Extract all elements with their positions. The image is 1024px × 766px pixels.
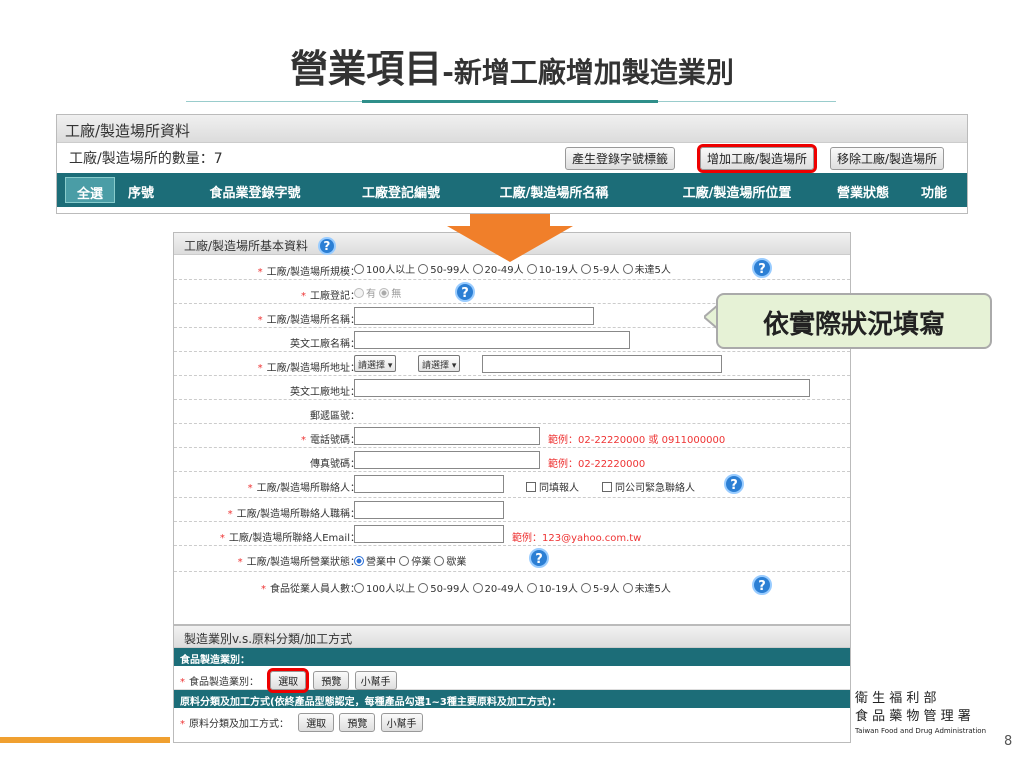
material-helper-button[interactable]: 小幫手 — [380, 713, 423, 732]
slide-title-sep: - — [442, 56, 454, 89]
phone-example: 範例：02-22220000 或 0911000000 — [548, 435, 726, 446]
postal-row: 郵遞區號： — [174, 401, 850, 424]
en-name-input[interactable] — [354, 331, 630, 349]
district-select[interactable]: 請選擇 ▾ — [418, 355, 461, 372]
contact-title-row: * 工廠/製造場所聯絡人職稱： — [174, 499, 850, 522]
same-as-reporter-checkbox[interactable]: 同填報人 — [526, 479, 579, 494]
select-all-button[interactable]: 全選 — [65, 177, 115, 203]
help-icon[interactable]: ? — [317, 237, 336, 255]
en-address-input[interactable] — [354, 379, 810, 397]
slide-title-sub: 新增工廠增加製造業別 — [453, 56, 734, 89]
down-arrow-icon — [447, 214, 573, 262]
basic-info-panel: 工廠/製造場所基本資料 ? * 工廠/製造場所規模： 100人以上 50-99人 … — [173, 232, 851, 625]
business-status-row: * 工廠/製造場所營業狀態： 營業中 停業 歇業 ? — [174, 547, 850, 572]
col-location: 工廠/製造場所位置 — [682, 186, 792, 201]
same-as-company-checkbox[interactable]: 同公司緊急聯絡人 — [602, 479, 695, 494]
phone-row: * 電話號碼： 範例：02-22220000 或 0911000000 — [174, 425, 850, 448]
county-select[interactable]: 請選擇 ▾ — [354, 355, 397, 372]
factory-list-header: 工廠/製造場所資料 — [57, 115, 967, 143]
material-preview-button[interactable]: 預覽 — [339, 713, 376, 732]
factory-name-input[interactable] — [354, 307, 594, 325]
material-select-button[interactable]: 選取 — [298, 713, 335, 732]
email-example: 範例：123@yahoo.com.tw — [512, 533, 642, 544]
manufacturing-panel: 製造業別v.s.原料分類/加工方式 食品製造業別： * 食品製造業別： 選取 預覽… — [173, 625, 851, 743]
contact-help-icon[interactable]: ? — [724, 474, 744, 494]
fax-example: 範例：02-22220000 — [548, 459, 646, 470]
factory-list-panel: 工廠/製造場所資料 工廠/製造場所的數量：7 產生登錄字號標籤 增加工廠/製造場… — [56, 114, 968, 214]
contact-email-input[interactable] — [354, 525, 504, 543]
employees-options[interactable]: 100人以上 50-99人 20-49人 10-19人 5-9人 未達5人 — [354, 580, 671, 595]
col-reg-no: 食品業登錄字號 — [209, 186, 301, 201]
factory-reg-help-icon[interactable]: ? — [455, 282, 475, 302]
organization-logo-text: 衛 生 福 利 部 食 品 藥 物 管 理 署 Taiwan Food and … — [855, 691, 987, 735]
status-help-icon[interactable]: ? — [529, 548, 549, 568]
employees-help-icon[interactable]: ? — [752, 575, 772, 595]
category-select-button[interactable]: 選取 — [267, 668, 310, 693]
callout-box: 依實際狀況填寫 — [716, 293, 992, 349]
col-name: 工廠/製造場所名稱 — [499, 186, 609, 201]
remove-factory-button[interactable]: 移除工廠/製造場所 — [830, 147, 945, 170]
factory-count: 工廠/製造場所的數量：7 — [69, 151, 223, 167]
address-input[interactable] — [482, 355, 722, 373]
material-bar: 原料分類及加工方式(依終產品型態認定，每種產品勾選1~3種主要原料及加工方式)： — [174, 690, 850, 708]
en-address-row: 英文工廠地址： — [174, 377, 850, 400]
material-row: * 原料分類及加工方式： 選取 預覽 小幫手 — [174, 708, 850, 732]
category-helper-button[interactable]: 小幫手 — [354, 671, 397, 690]
fax-row: 傳真號碼： 範例：02-22220000 — [174, 449, 850, 472]
employees-row: * 食品從業人員人數： 100人以上 50-99人 20-49人 10-19人 5… — [174, 573, 850, 599]
basic-info-title: 工廠/製造場所基本資料 — [184, 239, 309, 253]
col-factory-reg-no: 工廠登記編號 — [361, 186, 440, 201]
contact-row: * 工廠/製造場所聯絡人： 同填報人 同公司緊急聯絡人 ? — [174, 473, 850, 498]
manufacturing-header: 製造業別v.s.原料分類/加工方式 — [174, 626, 850, 648]
page-number: 8 — [1004, 734, 1013, 749]
contact-title-input[interactable] — [354, 501, 504, 519]
factory-count-row: 工廠/製造場所的數量：7 產生登錄字號標籤 增加工廠/製造場所 移除工廠/製造場… — [57, 143, 967, 173]
category-bar: 食品製造業別： — [174, 648, 850, 666]
fax-input[interactable] — [354, 451, 540, 469]
phone-input[interactable] — [354, 427, 540, 445]
generate-label-button[interactable]: 產生登錄字號標籤 — [565, 147, 676, 170]
col-seq: 序號 — [127, 186, 154, 201]
category-row: * 食品製造業別： 選取 預覽 小幫手 — [174, 666, 850, 693]
contact-input[interactable] — [354, 475, 504, 493]
slide-title-main: 營業項目 — [290, 47, 443, 91]
contact-email-row: * 工廠/製造場所聯絡人Email： 範例：123@yahoo.com.tw — [174, 523, 850, 546]
footer-accent-line — [0, 737, 170, 743]
add-factory-button[interactable]: 增加工廠/製造場所 — [696, 144, 818, 173]
business-status-options[interactable]: 營業中 停業 歇業 — [354, 553, 466, 568]
category-preview-button[interactable]: 預覽 — [313, 671, 350, 690]
col-function: 功能 — [920, 186, 947, 201]
col-status: 營業狀態 — [836, 186, 889, 201]
slide-title: 營業項目-新增工廠增加製造業別 — [0, 38, 1024, 93]
title-divider-accent — [362, 100, 658, 103]
factory-reg-options[interactable]: 有 無 — [354, 285, 401, 300]
scale-label: * 工廠/製造場所規模： — [257, 267, 360, 278]
factory-table-header: 全選 序號 食品業登錄字號 工廠登記編號 工廠/製造場所名稱 工廠/製造場所位置… — [57, 173, 967, 207]
address-row: * 工廠/製造場所地址： 請選擇 ▾ 請選擇 ▾ — [174, 353, 850, 376]
scale-help-icon[interactable]: ? — [752, 258, 772, 278]
